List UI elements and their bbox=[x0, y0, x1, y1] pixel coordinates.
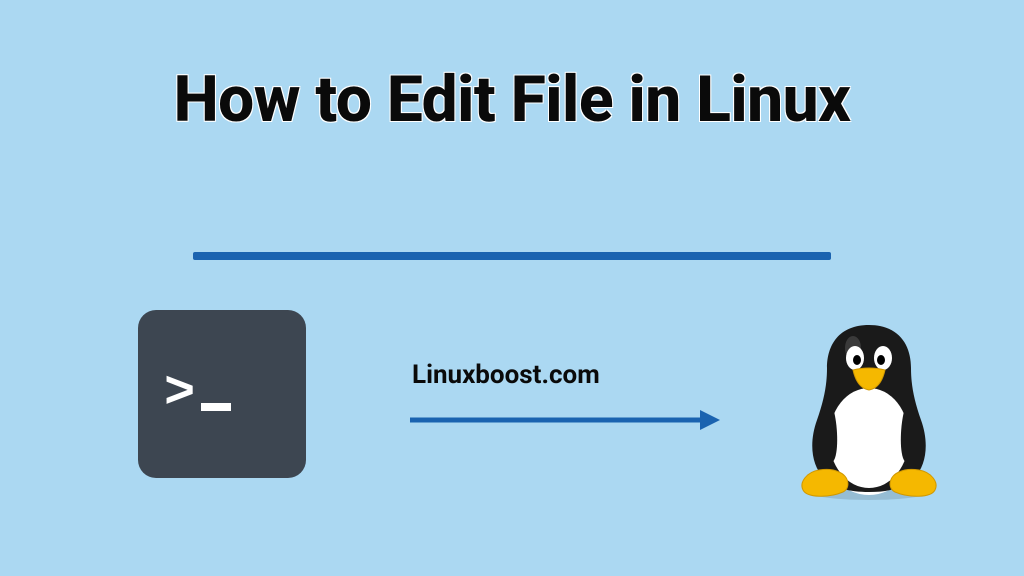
title-underline bbox=[193, 252, 831, 260]
terminal-cursor bbox=[201, 403, 231, 411]
tux-penguin-icon bbox=[789, 310, 949, 500]
terminal-icon: > bbox=[138, 310, 306, 478]
page-title: How to Edit File in Linux bbox=[132, 60, 892, 140]
website-label: Linuxboost.com bbox=[412, 360, 600, 390]
terminal-prompt-text: > bbox=[164, 368, 231, 420]
arrow-right-icon bbox=[410, 408, 720, 432]
